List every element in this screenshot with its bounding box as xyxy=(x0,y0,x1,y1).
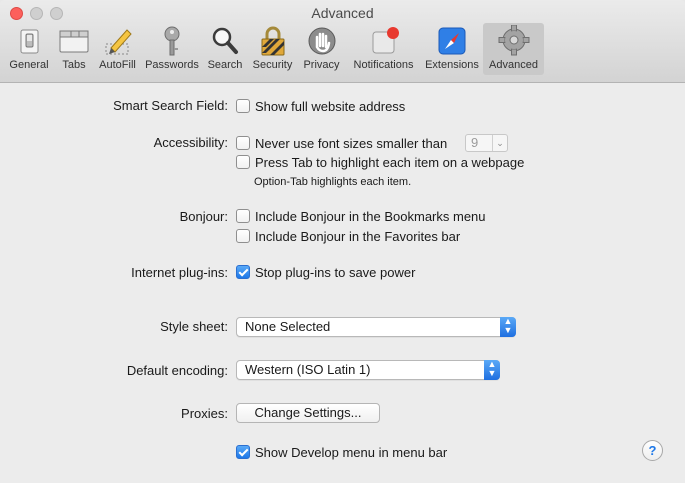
plugins-label: Internet plug-ins: xyxy=(131,265,228,280)
bonjour-favorites-text: Include Bonjour in the Favorites bar xyxy=(255,228,461,244)
window-title: Advanced xyxy=(311,5,374,21)
tab-highlight-hint: Option-Tab highlights each item. xyxy=(254,176,412,188)
bonjour-favorites-option[interactable]: Include Bonjour in the Favorites bar xyxy=(236,226,460,246)
help-button[interactable]: ? xyxy=(642,440,663,461)
min-font-size-select[interactable]: 9 ⌄ xyxy=(465,134,508,152)
smart-search-label: Smart Search Field: xyxy=(113,98,228,113)
show-full-address-text: Show full website address xyxy=(255,98,406,114)
autofill-pencil-icon xyxy=(105,29,132,55)
bonjour-bookmarks-checkbox[interactable] xyxy=(236,209,250,223)
bonjour-bookmarks-option[interactable]: Include Bonjour in the Bookmarks menu xyxy=(236,206,486,226)
tab-notifications[interactable]: Notifications xyxy=(346,23,421,75)
preferences-window: Advanced General Tabs AutoFill Passwords… xyxy=(0,0,685,483)
tab-highlight-option[interactable]: Press Tab to highlight each item on a we… xyxy=(236,152,524,172)
tab-advanced[interactable]: Advanced xyxy=(483,23,544,75)
gear-icon xyxy=(498,25,529,56)
tab-search[interactable]: Search xyxy=(202,23,248,75)
stop-plugins-text: Stop plug-ins to save power xyxy=(255,264,416,280)
develop-menu-text: Show Develop menu in menu bar xyxy=(255,444,448,460)
min-font-size-text: Never use font sizes smaller than xyxy=(255,135,448,151)
updown-chevron-icon: ▲ ▼ xyxy=(500,317,516,337)
min-font-size-value: 9 xyxy=(471,135,479,150)
titlebar: Advanced General Tabs AutoFill Passwords… xyxy=(0,0,685,83)
develop-menu-option[interactable]: Show Develop menu in menu bar xyxy=(236,442,447,462)
general-switch-icon xyxy=(20,29,39,54)
develop-menu-checkbox[interactable] xyxy=(236,445,250,459)
change-proxy-settings-button[interactable]: Change Settings... xyxy=(236,403,380,423)
encoding-label: Default encoding: xyxy=(126,363,228,378)
encoding-select[interactable]: Western (ISO Latin 1) ▲ ▼ xyxy=(236,360,500,380)
tab-extensions[interactable]: Extensions xyxy=(421,23,483,75)
proxies-label: Proxies: xyxy=(181,406,228,421)
tabs-icon xyxy=(59,30,89,53)
stylesheet-select[interactable]: None Selected ▲ ▼ xyxy=(236,317,516,337)
show-full-address-option[interactable]: Show full website address xyxy=(236,96,405,116)
tab-security[interactable]: Security xyxy=(248,23,297,75)
tab-highlight-checkbox[interactable] xyxy=(236,155,250,169)
encoding-value: Western (ISO Latin 1) xyxy=(245,362,371,377)
min-font-size-option[interactable]: Never use font sizes smaller than xyxy=(236,133,447,153)
stop-plugins-option[interactable]: Stop plug-ins to save power xyxy=(236,262,415,282)
tab-tabs[interactable]: Tabs xyxy=(55,23,93,75)
stylesheet-label: Style sheet: xyxy=(160,319,228,334)
chevron-down-icon: ⌄ xyxy=(492,135,507,151)
tab-general[interactable]: General xyxy=(3,23,55,75)
min-font-size-checkbox[interactable] xyxy=(236,136,250,150)
tab-autofill[interactable]: AutoFill xyxy=(93,23,142,75)
updown-chevron-icon: ▲ ▼ xyxy=(484,360,500,380)
advanced-pane: Smart Search Field: Show full website ad… xyxy=(0,83,685,483)
bonjour-favorites-checkbox[interactable] xyxy=(236,229,250,243)
compass-icon xyxy=(438,27,466,55)
show-full-address-checkbox[interactable] xyxy=(236,99,250,113)
stop-plugins-checkbox[interactable] xyxy=(236,265,250,279)
preferences-toolbar: General Tabs AutoFill Passwords Search S… xyxy=(3,23,544,77)
tab-passwords[interactable]: Passwords xyxy=(142,23,202,75)
tab-highlight-text: Press Tab to highlight each item on a we… xyxy=(255,154,525,170)
hand-icon xyxy=(308,27,335,55)
magnifier-icon xyxy=(212,27,238,54)
tab-privacy[interactable]: Privacy xyxy=(297,23,346,75)
accessibility-label: Accessibility: xyxy=(153,135,228,150)
bonjour-label: Bonjour: xyxy=(179,209,228,224)
stylesheet-value: None Selected xyxy=(245,319,331,334)
lock-icon xyxy=(261,26,284,56)
notification-badge-icon xyxy=(372,27,399,54)
key-icon xyxy=(164,26,180,56)
bonjour-bookmarks-text: Include Bonjour in the Bookmarks menu xyxy=(255,208,486,224)
